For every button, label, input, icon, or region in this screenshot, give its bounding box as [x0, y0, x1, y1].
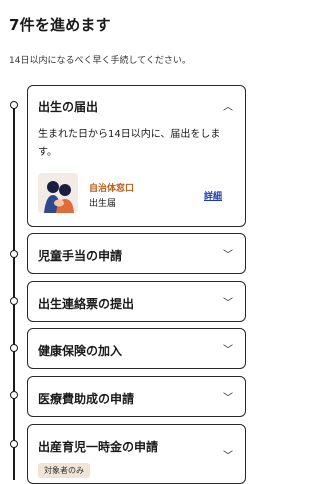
timeline-dot [10, 250, 18, 258]
chevron-down-icon[interactable]: ﹀ [223, 341, 233, 356]
location-label: 自治体窓口 [89, 184, 135, 194]
chevron-down-icon[interactable]: ﹀ [223, 246, 233, 261]
timeline-dot [10, 391, 18, 399]
step-title: 児童手当の申請 [38, 249, 123, 263]
step-title: 出生連絡票の提出 [38, 297, 135, 311]
step-title: 出産育児一時金の申請 [38, 440, 159, 454]
step-card-birth-registration[interactable]: 出生の届出 ︿ 生まれた日から14日以内に、届出をします。 自治体窓口 出生届 … [27, 85, 246, 227]
step-title: 健康保険の加入 [38, 344, 123, 358]
step-description: 生まれた日から14日以内に、届出をします。 [38, 129, 221, 158]
step-card-health-insurance[interactable]: 健康保険の加入 ﹀ [27, 328, 246, 369]
step-card-childbirth-lump-sum[interactable]: 出産育児一時金の申請 対象者のみ ﹀ [27, 424, 246, 484]
timeline-dot [10, 440, 18, 448]
eligibility-badge: 対象者のみ [38, 463, 90, 478]
chevron-up-icon[interactable]: ︿ [223, 98, 233, 113]
step-title: 医療費助成の申請 [38, 392, 135, 406]
chevron-down-icon[interactable]: ﹀ [223, 447, 233, 462]
chevron-down-icon[interactable]: ﹀ [223, 294, 233, 309]
timeline-dot [10, 297, 18, 305]
timeline-dot [10, 101, 18, 109]
timeline-line [13, 103, 15, 480]
page-title: 7件を進めます [9, 16, 111, 34]
step-card-medical-subsidy[interactable]: 医療費助成の申請 ﹀ [27, 376, 246, 417]
step-card-birth-notification[interactable]: 出生連絡票の提出 ﹀ [27, 281, 246, 322]
step-card-child-allowance[interactable]: 児童手当の申請 ﹀ [27, 233, 246, 274]
page-subtitle: 14日以内になるべく早く手続してください。 [9, 56, 191, 66]
form-name: 出生届 [89, 199, 117, 209]
timeline-dot [10, 344, 18, 352]
parent-baby-illustration [38, 173, 78, 213]
chevron-down-icon[interactable]: ﹀ [223, 389, 233, 404]
detail-link[interactable]: 詳細 [204, 189, 222, 202]
step-title: 出生の届出 [38, 100, 99, 114]
